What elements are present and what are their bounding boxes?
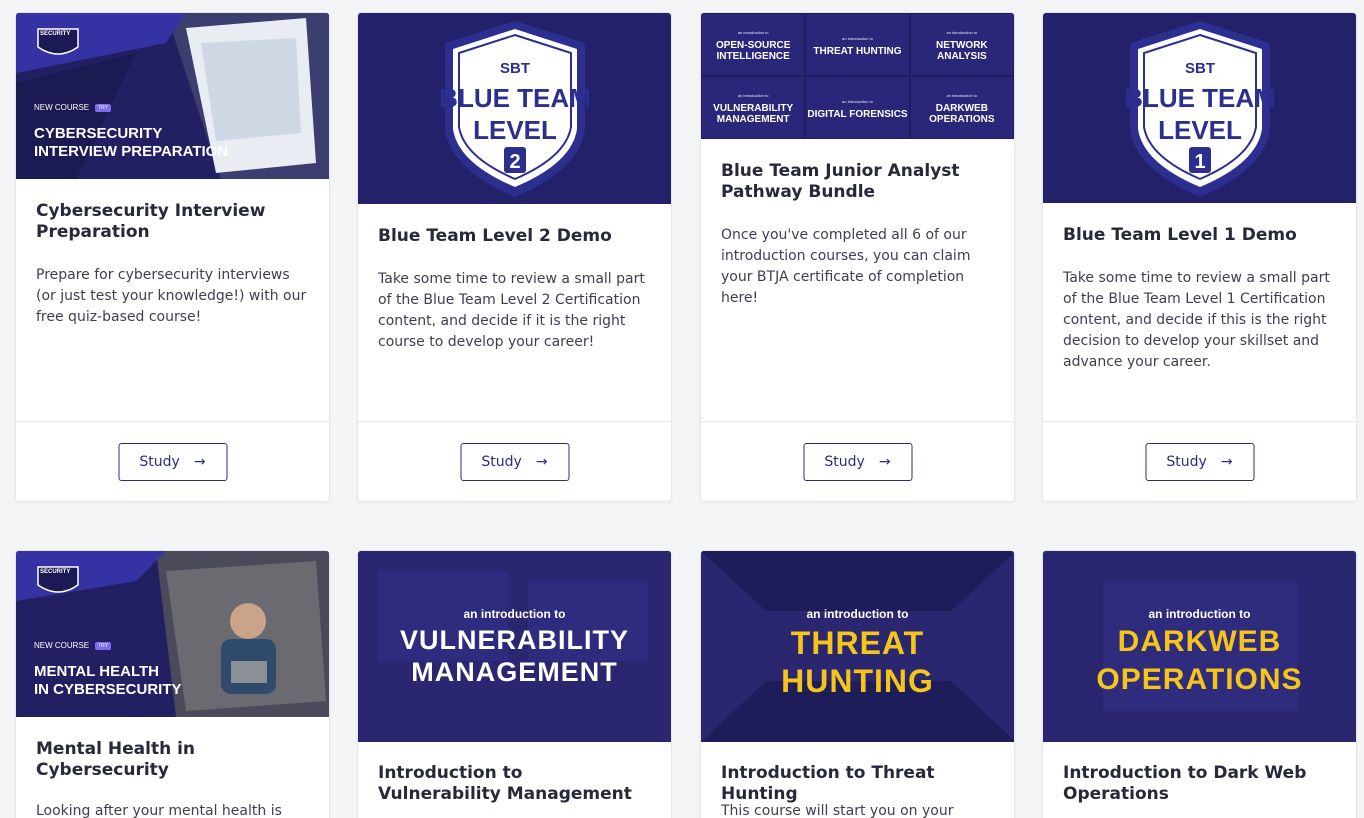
course-description: This course will start you on your [721,803,954,818]
arrow-right-icon: → [193,454,206,470]
svg-text:1: 1 [1194,151,1205,173]
banner-headline-2: OPERATIONS [1096,663,1303,696]
new-course-tag: NEW COURSE TRY [34,103,112,112]
course-card[interactable]: an introduction to OPEN-SOURCE INTELLIGEN… [700,12,1015,502]
course-banner-image[interactable]: SBT BLUE TEAM LEVEL 2 [358,13,671,204]
svg-text:LEVEL: LEVEL [473,115,557,145]
banner-headline-2: HUNTING [781,663,934,699]
course-title[interactable]: Blue Team Junior Analyst Pathway Bundle [721,161,994,203]
security-logo: SECURITY [34,563,82,601]
course-card[interactable]: SECURITY NEW COURSE TRY MENTAL HEALTH IN … [15,550,330,818]
card-footer: Study → [1043,421,1356,501]
course-title[interactable]: Cybersecurity Interview Preparation [36,201,309,243]
course-banner-image[interactable]: SECURITY NEW COURSE TRY CYBERSECURITY INT… [16,13,329,179]
course-banner-image[interactable]: SBT BLUE TEAM LEVEL 1 [1043,13,1356,203]
arrow-right-icon: → [535,454,548,470]
study-label: Study [481,454,522,470]
banner-headline-1: DARKWEB [1117,625,1282,658]
arrow-right-icon: → [1220,454,1233,470]
course-description: Looking after your mental health is [36,803,282,818]
sbt-shield-logo: SBT BLUE TEAM LEVEL 2 [439,19,590,203]
course-title[interactable]: Blue Team Level 1 Demo [1063,225,1336,246]
banner-headline-1: THREAT [790,625,925,661]
grid-cell-threat-hunting: an introduction to THREAT HUNTING [805,13,910,76]
svg-text:LEVEL: LEVEL [1158,115,1242,145]
svg-text:2: 2 [509,151,520,173]
course-card[interactable]: an introduction to DARKWEB OPERATIONS In… [1042,550,1357,818]
course-title[interactable]: Introduction to Vulnerability Management [378,763,651,805]
arrow-right-icon: → [878,454,891,470]
banner-headline-2: MANAGEMENT [411,657,618,687]
course-description: Once you've completed all 6 of our intro… [721,227,971,306]
grid-cell-darkweb: an introduction to DARKWEB OPERATIONS [909,76,1014,139]
grid-cell-network-analysis: an introduction to NETWORK ANALYSIS [909,13,1014,76]
new-course-tag: NEW COURSE TRY [34,641,112,650]
course-banner-image[interactable]: an introduction to VULNERABILITY MANAGEM… [358,551,671,742]
intro-label: an introduction to [1148,607,1251,621]
course-description: Take some time to review a small part of… [1063,270,1330,370]
security-logo: SECURITY [34,25,82,63]
svg-text:SBT: SBT [500,60,530,77]
card-footer: Study → [16,421,329,501]
svg-text:BLUE TEAM: BLUE TEAM [1125,83,1275,113]
svg-text:BLUE TEAM: BLUE TEAM [440,83,590,113]
banner-headline: CYBERSECURITY INTERVIEW PREPARATION [34,125,229,160]
course-description: Take some time to review a small part of… [378,271,645,350]
course-title[interactable]: Blue Team Level 2 Demo [378,226,651,247]
study-button[interactable]: Study → [803,443,912,481]
course-description: Prepare for cybersecurity interviews (or… [36,267,307,325]
svg-text:SBT: SBT [1185,60,1215,77]
course-card[interactable]: SBT BLUE TEAM LEVEL 2 Blue Team Level 2 … [357,12,672,502]
course-card[interactable]: SBT BLUE TEAM LEVEL 1 Blue Team Level 1 … [1042,12,1357,502]
course-banner-image[interactable]: an introduction to OPEN-SOURCE INTELLIGEN… [701,13,1014,139]
course-title[interactable]: Mental Health in Cybersecurity [36,739,309,781]
intro-label: an introduction to [463,607,566,621]
grid-cell-osint: an introduction to OPEN-SOURCE INTELLIGEN… [701,13,806,76]
course-title[interactable]: Introduction to Dark Web Operations [1063,763,1336,805]
course-card[interactable]: an introduction to VULNERABILITY MANAGEM… [357,550,672,818]
study-label: Study [824,454,865,470]
banner-headline: MENTAL HEALTH IN CYBERSECURITY [34,663,182,698]
study-label: Study [139,454,180,470]
study-button[interactable]: Study → [1145,443,1254,481]
grid-cell-forensics: an introduction to DIGITAL FORENSICS [805,76,910,139]
study-button[interactable]: Study → [118,443,227,481]
banner-headline-1: VULNERABILITY [400,625,629,655]
course-card[interactable]: SECURITY NEW COURSE TRY CYBERSECURITY INT… [15,12,330,502]
sbt-shield-logo: SBT BLUE TEAM LEVEL 1 [1124,19,1275,203]
grid-cell-vulnerability: an introduction to VULNERABILITY MANAGEME… [701,76,806,139]
pathway-course-grid: an introduction to OPEN-SOURCE INTELLIGEN… [701,13,1014,139]
course-banner-image[interactable]: SECURITY NEW COURSE TRY MENTAL HEALTH IN … [16,551,329,717]
study-label: Study [1166,454,1207,470]
course-card[interactable]: an introduction to THREAT HUNTING Introd… [700,550,1015,818]
card-footer: Study → [701,421,1014,501]
course-banner-image[interactable]: an introduction to THREAT HUNTING [701,551,1014,742]
intro-label: an introduction to [806,607,909,621]
course-title[interactable]: Introduction to Threat Hunting [721,763,994,805]
card-footer: Study → [358,421,671,501]
study-button[interactable]: Study → [460,443,569,481]
course-banner-image[interactable]: an introduction to DARKWEB OPERATIONS [1043,551,1356,742]
